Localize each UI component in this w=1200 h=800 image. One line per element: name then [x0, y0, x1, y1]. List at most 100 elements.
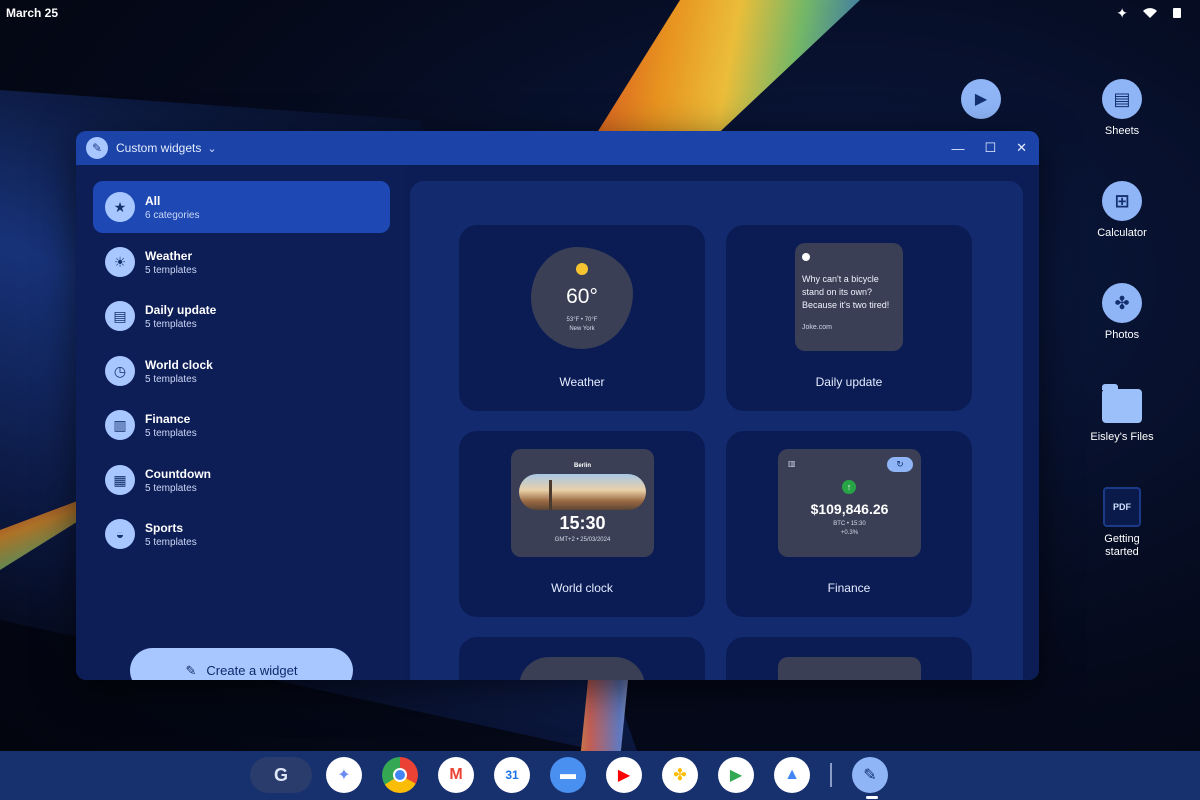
card-label: World clock — [551, 581, 613, 595]
category-daily-update[interactable]: ▤ Daily update 5 templates — [93, 290, 390, 342]
world-clock-preview: Berlin 15:30 GMT+2 • 25/03/2024 — [511, 449, 654, 557]
category-name: World clock — [145, 357, 213, 372]
daily-update-preview: Why can't a bicycle stand on its own? Be… — [795, 243, 903, 351]
card-label: Daily update — [815, 375, 883, 389]
whistle-icon: ◒ — [105, 519, 135, 549]
category-name: Daily update — [145, 302, 217, 317]
category-name: All — [145, 193, 161, 208]
refresh-icon: ↻ — [887, 457, 913, 472]
custom-widgets-app-icon: ✎ — [86, 137, 108, 159]
minimize-button[interactable]: — — [951, 141, 964, 156]
launcher-button[interactable]: G — [250, 757, 312, 793]
shelf-divider — [830, 763, 832, 787]
category-world-clock[interactable]: ◷ World clock 5 templates — [93, 345, 390, 397]
category-count: 5 templates — [145, 373, 197, 385]
active-app-indicator — [866, 796, 878, 799]
category-weather[interactable]: ☀ Weather 5 templates — [93, 236, 390, 288]
play-circle-icon[interactable]: ▶ — [961, 79, 1001, 119]
finance-preview: ▥ ↻ ↑ $109,846.26 BTC • 15:30 +0.3% — [778, 449, 921, 557]
star-icon: ★ — [105, 192, 135, 222]
pdf-icon: PDF — [1103, 487, 1141, 527]
youtube-app-icon[interactable]: ▶ — [606, 757, 642, 793]
calculator-icon: ⊞ — [1102, 181, 1142, 221]
desktop-icon-label: Getting started — [1104, 533, 1140, 558]
finance-change: +0.3% — [840, 530, 859, 536]
desktop-icon-getting-started[interactable]: PDF Getting started — [1082, 487, 1162, 559]
category-sports[interactable]: ◒ Sports 5 templates — [93, 508, 390, 560]
desktop-icon-label: Photos — [1104, 329, 1140, 341]
maximize-button[interactable]: ☐ — [984, 140, 996, 156]
desktop-icon-sheets[interactable]: ▤ Sheets — [1082, 79, 1162, 137]
create-widget-button[interactable]: ✎ Create a widget — [130, 648, 353, 680]
finance-value: $109,846.26 — [810, 501, 889, 517]
chrome-app-icon[interactable] — [382, 757, 418, 793]
category-finance[interactable]: ▥ Finance 5 templates — [93, 399, 390, 451]
category-count: 6 categories — [145, 209, 200, 221]
gemini-app-icon[interactable]: ✦ — [326, 757, 362, 793]
weather-preview: 60° 53°F • 70°F New York — [531, 247, 633, 349]
files-app-icon[interactable]: ▬ — [550, 757, 586, 793]
clock-time: 15:30 — [559, 513, 606, 533]
category-name: Finance — [145, 411, 191, 426]
weather-range: 53°F • 70°F — [566, 317, 598, 323]
close-button[interactable]: ✕ — [1016, 140, 1027, 156]
category-count: 5 templates — [145, 427, 197, 439]
news-icon: ▤ — [105, 301, 135, 331]
chart-icon: ▥ — [788, 459, 796, 468]
desktop-icon-label: Eisley's Files — [1090, 431, 1154, 443]
calendar-icon: ▦ — [105, 465, 135, 495]
calendar-app-icon[interactable]: 31 — [494, 757, 530, 793]
gemini-sparkle-icon[interactable]: ✦ — [1116, 5, 1128, 22]
category-name: Sports — [145, 520, 184, 535]
photos-icon: ✤ — [1102, 283, 1142, 323]
template-card-weather[interactable]: 60° 53°F • 70°F New York Weather — [459, 225, 705, 411]
finance-ticker: BTC • 15:30 — [833, 521, 866, 527]
category-countdown[interactable]: ▦ Countdown 5 templates — [93, 454, 390, 506]
weather-icon: ☀ — [105, 247, 135, 277]
custom-widgets-app-icon[interactable]: ✎ — [852, 757, 888, 793]
category-all[interactable]: ★ All 6 categories — [93, 181, 390, 233]
daily-joke: Why can't a bicycle stand on its own? Be… — [802, 274, 890, 310]
sun-icon — [576, 263, 588, 275]
play-store-app-icon[interactable]: ▶ — [718, 757, 754, 793]
desktop-icon-calculator[interactable]: ⊞ Calculator — [1082, 181, 1162, 239]
window-title[interactable]: Custom widgets — [116, 141, 201, 155]
custom-widgets-window: ✎ Custom widgets ⌄ — ☐ ✕ ★ All 6 categor… — [76, 131, 1039, 680]
folder-icon — [1102, 384, 1142, 423]
shelf: G ✦ M 31 ▬ ▶ ✤ ▶ ▲ ✎ — [0, 751, 1200, 800]
template-gallery: 60° 53°F • 70°F New York Weather Why can… — [410, 181, 1023, 680]
wifi-icon — [1142, 6, 1158, 22]
weather-temp: 60° — [566, 285, 598, 308]
weather-city: New York — [569, 326, 595, 332]
category-sidebar: ★ All 6 categories ☀ Weather 5 templates… — [76, 165, 406, 680]
photos-app-icon[interactable]: ✤ — [662, 757, 698, 793]
chevron-down-icon[interactable]: ⌄ — [207, 142, 216, 155]
drive-app-icon[interactable]: ▲ — [774, 757, 810, 793]
chart-icon: ▥ — [105, 410, 135, 440]
category-name: Weather — [145, 248, 193, 263]
desktop-icon-photos[interactable]: ✤ Photos — [1082, 283, 1162, 341]
template-card-world-clock[interactable]: Berlin 15:30 GMT+2 • 25/03/2024 World cl… — [459, 431, 705, 617]
template-card-sports[interactable] — [726, 637, 972, 680]
template-card-countdown[interactable] — [459, 637, 705, 680]
battery-icon — [1172, 6, 1182, 22]
template-card-daily-update[interactable]: Why can't a bicycle stand on its own? Be… — [726, 225, 972, 411]
template-card-finance[interactable]: ▥ ↻ ↑ $109,846.26 BTC • 15:30 +0.3% Fina… — [726, 431, 972, 617]
card-label: Weather — [559, 375, 605, 389]
desktop-icon-files[interactable]: Eisley's Files — [1082, 384, 1162, 443]
magic-wand-icon: ✎ — [185, 662, 197, 678]
category-name: Countdown — [145, 466, 211, 481]
create-widget-label: Create a widget — [206, 663, 298, 678]
status-area[interactable]: ✦ — [1116, 5, 1182, 22]
category-count: 5 templates — [145, 318, 197, 330]
daily-source: Joke.com — [802, 324, 832, 331]
countdown-preview — [519, 657, 645, 680]
clock-icon: ◷ — [105, 356, 135, 386]
status-date: March 25 — [6, 6, 59, 20]
sports-preview — [778, 657, 921, 680]
city-skyline-image — [519, 474, 646, 510]
gmail-app-icon[interactable]: M — [438, 757, 474, 793]
desktop-icon-label: Sheets — [1104, 125, 1140, 137]
titlebar[interactable]: ✎ Custom widgets ⌄ — ☐ ✕ — [76, 131, 1039, 165]
category-count: 5 templates — [145, 264, 197, 276]
